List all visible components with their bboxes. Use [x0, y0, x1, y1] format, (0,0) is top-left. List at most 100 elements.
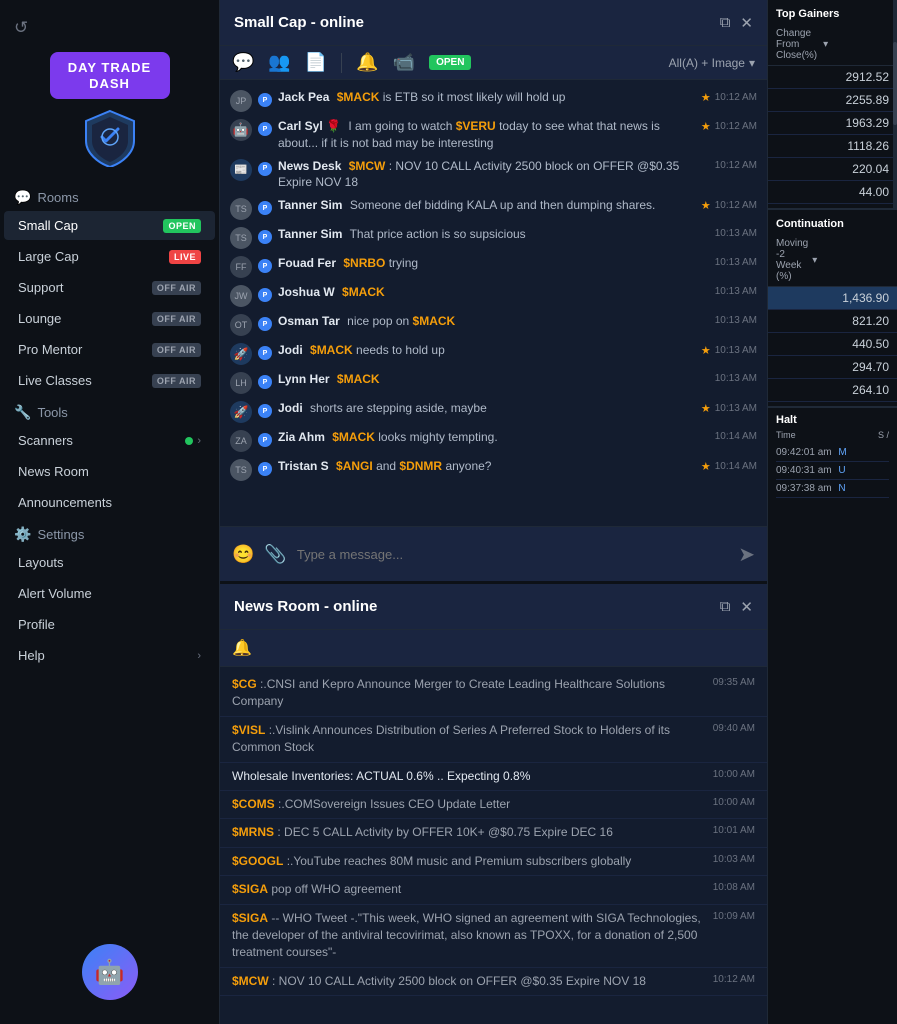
chat-panel: Small Cap - online ⧉ ✕ 💬 👥 📄 🔔 📹 OPEN Al…: [220, 0, 767, 584]
list-item[interactable]: $SIGA pop off WHO agreement 10:08 AM: [220, 876, 767, 904]
sidebar-item-alert-volume[interactable]: Alert Volume: [4, 579, 215, 608]
premium-badge: P: [258, 93, 272, 107]
chat-icon[interactable]: 💬: [232, 52, 254, 73]
sidebar-item-live-classes[interactable]: Live Classes OFF AIR: [4, 366, 215, 395]
send-button[interactable]: ➤: [738, 542, 755, 567]
premium-badge: P: [258, 162, 272, 176]
document-icon[interactable]: 📄: [305, 52, 327, 73]
filter-dropdown[interactable]: All(A) + Image ▾: [669, 56, 755, 70]
right-panel: Top Gainers ChangeFromClose(%) ▾ 2912.52…: [767, 0, 897, 1024]
tools-icon: 🔧: [14, 404, 31, 421]
scrollbar-thumb: [893, 42, 897, 125]
list-item[interactable]: 1118.26: [768, 135, 897, 158]
premium-badge: P: [258, 201, 272, 215]
premium-badge: P: [258, 122, 272, 136]
attachment-icon[interactable]: 📎: [264, 544, 286, 565]
refresh-icon[interactable]: ↺: [14, 18, 28, 38]
sidebar-item-support[interactable]: Support OFF AIR: [4, 273, 215, 302]
small-cap-badge: OPEN: [163, 219, 201, 233]
table-row: 📰 P News Desk $MCW : NOV 10 CALL Activit…: [220, 155, 767, 195]
list-item[interactable]: 2912.52: [768, 66, 897, 89]
sidebar-item-large-cap[interactable]: Large Cap LIVE: [4, 242, 215, 271]
sidebar-item-scanners[interactable]: Scanners ›: [4, 426, 215, 455]
video-icon[interactable]: 📹: [393, 52, 415, 73]
external-link-icon[interactable]: ⧉: [720, 14, 731, 31]
avatar: 🤖: [230, 119, 252, 141]
list-item[interactable]: 2255.89: [768, 89, 897, 112]
list-item[interactable]: 440.50: [768, 333, 897, 356]
list-item[interactable]: 09:40:31 am U: [776, 462, 889, 480]
avatar: TS: [230, 227, 252, 249]
table-row: LH P Lynn Her $MACK 10:13 AM: [220, 368, 767, 397]
sidebar-item-profile[interactable]: Profile: [4, 610, 215, 639]
list-item[interactable]: 264.10: [768, 379, 897, 402]
star-icon: ★: [701, 120, 711, 133]
avatar: 🚀: [230, 401, 252, 423]
news-bell-icon[interactable]: 🔔: [232, 638, 252, 658]
star-icon: ★: [701, 460, 711, 473]
list-item[interactable]: $GOOGL :.YouTube reaches 80M music and P…: [220, 848, 767, 876]
list-item[interactable]: $CG :.CNSI and Kepro Announce Merger to …: [220, 671, 767, 717]
logo-title: Day Trade Dash: [62, 60, 158, 91]
continuation-filter[interactable]: Moving-2Week(%) ▾: [768, 234, 897, 287]
settings-icon: ⚙️: [14, 526, 31, 543]
list-item[interactable]: 09:42:01 am M: [776, 444, 889, 462]
premium-badge: P: [258, 462, 272, 476]
large-cap-badge: LIVE: [169, 250, 201, 264]
chat-input[interactable]: [297, 547, 728, 562]
live-classes-badge: OFF AIR: [152, 374, 201, 388]
top-gainers-filter[interactable]: ChangeFromClose(%) ▾: [768, 24, 897, 66]
list-item[interactable]: 1,436.90: [768, 287, 897, 310]
list-item[interactable]: $SIGA -- WHO Tweet -."This week, WHO sig…: [220, 905, 767, 968]
table-row: FF P Fouad Fer $NRBO trying 10:13 AM: [220, 252, 767, 281]
list-item[interactable]: 294.70: [768, 356, 897, 379]
open-status-badge: OPEN: [429, 55, 471, 70]
list-item[interactable]: 44.00: [768, 181, 897, 204]
halt-section: Halt Time S / 09:42:01 am M 09:40:31 am …: [768, 408, 897, 504]
scanners-chevron-icon: ›: [197, 435, 201, 447]
news-panel: News Room - online ⧉ ✕ 🔔 $CG :.CNSI and …: [220, 584, 767, 1024]
continuation-dropdown-arrow[interactable]: ▾: [812, 255, 817, 266]
news-external-link-icon[interactable]: ⧉: [720, 598, 731, 615]
scanners-active-dot: [185, 437, 193, 445]
sidebar-item-announcements[interactable]: Announcements: [4, 488, 215, 517]
sidebar: ↺ Day Trade Dash 💬 Rooms Small Cap OPEN …: [0, 0, 220, 1024]
list-item[interactable]: 220.04: [768, 158, 897, 181]
avatar: JP: [230, 90, 252, 112]
sidebar-item-lounge[interactable]: Lounge OFF AIR: [4, 304, 215, 333]
sidebar-item-small-cap[interactable]: Small Cap OPEN: [4, 211, 215, 240]
shield-icon: [80, 107, 140, 167]
sidebar-item-news-room[interactable]: News Room: [4, 457, 215, 486]
sidebar-section-settings: ⚙️ Settings: [0, 518, 219, 547]
logo-area: Day Trade Dash: [0, 42, 219, 181]
list-item[interactable]: 09:37:38 am N: [776, 480, 889, 498]
close-news-icon[interactable]: ✕: [740, 598, 753, 616]
list-item[interactable]: $VISL :.Vislink Announces Distribution o…: [220, 717, 767, 763]
people-icon[interactable]: 👥: [268, 52, 290, 73]
list-item[interactable]: Wholesale Inventories: ACTUAL 0.6% .. Ex…: [220, 763, 767, 791]
close-chat-icon[interactable]: ✕: [740, 14, 753, 32]
rooms-icon: 💬: [14, 189, 31, 206]
emoji-icon[interactable]: 😊: [232, 544, 254, 565]
sidebar-item-layouts[interactable]: Layouts: [4, 548, 215, 577]
chat-toolbar: 💬 👥 📄 🔔 📹 OPEN All(A) + Image ▾: [220, 46, 767, 80]
news-header-icons: ⧉ ✕: [720, 598, 753, 616]
news-toolbar: 🔔: [220, 630, 767, 667]
bell-toolbar-icon[interactable]: 🔔: [356, 52, 378, 73]
list-item[interactable]: 1963.29: [768, 112, 897, 135]
sidebar-bottom: 🤖: [0, 930, 219, 1014]
bot-avatar: 🤖: [82, 944, 138, 1000]
premium-badge: P: [258, 433, 272, 447]
table-row: JW P Joshua W $MACK 10:13 AM: [220, 281, 767, 310]
list-item[interactable]: $MRNS : DEC 5 CALL Activity by OFFER 10K…: [220, 819, 767, 847]
avatar: 📰: [230, 159, 252, 181]
continuation-section: Continuation Moving-2Week(%) ▾ 1,436.90 …: [768, 210, 897, 408]
sidebar-item-pro-mentor[interactable]: Pro Mentor OFF AIR: [4, 335, 215, 364]
list-item[interactable]: 821.20: [768, 310, 897, 333]
sidebar-item-help[interactable]: Help ›: [4, 641, 215, 670]
filter-dropdown-arrow[interactable]: ▾: [823, 39, 828, 50]
table-row: 🚀 P Jodi $MACK needs to hold up ★ 10:13 …: [220, 339, 767, 368]
table-row: 🤖 P Carl Syl 🌹 I am going to watch $VERU…: [220, 115, 767, 155]
list-item[interactable]: $MCW : NOV 10 CALL Activity 2500 block o…: [220, 968, 767, 996]
list-item[interactable]: $COMS :.COMSovereign Issues CEO Update L…: [220, 791, 767, 819]
